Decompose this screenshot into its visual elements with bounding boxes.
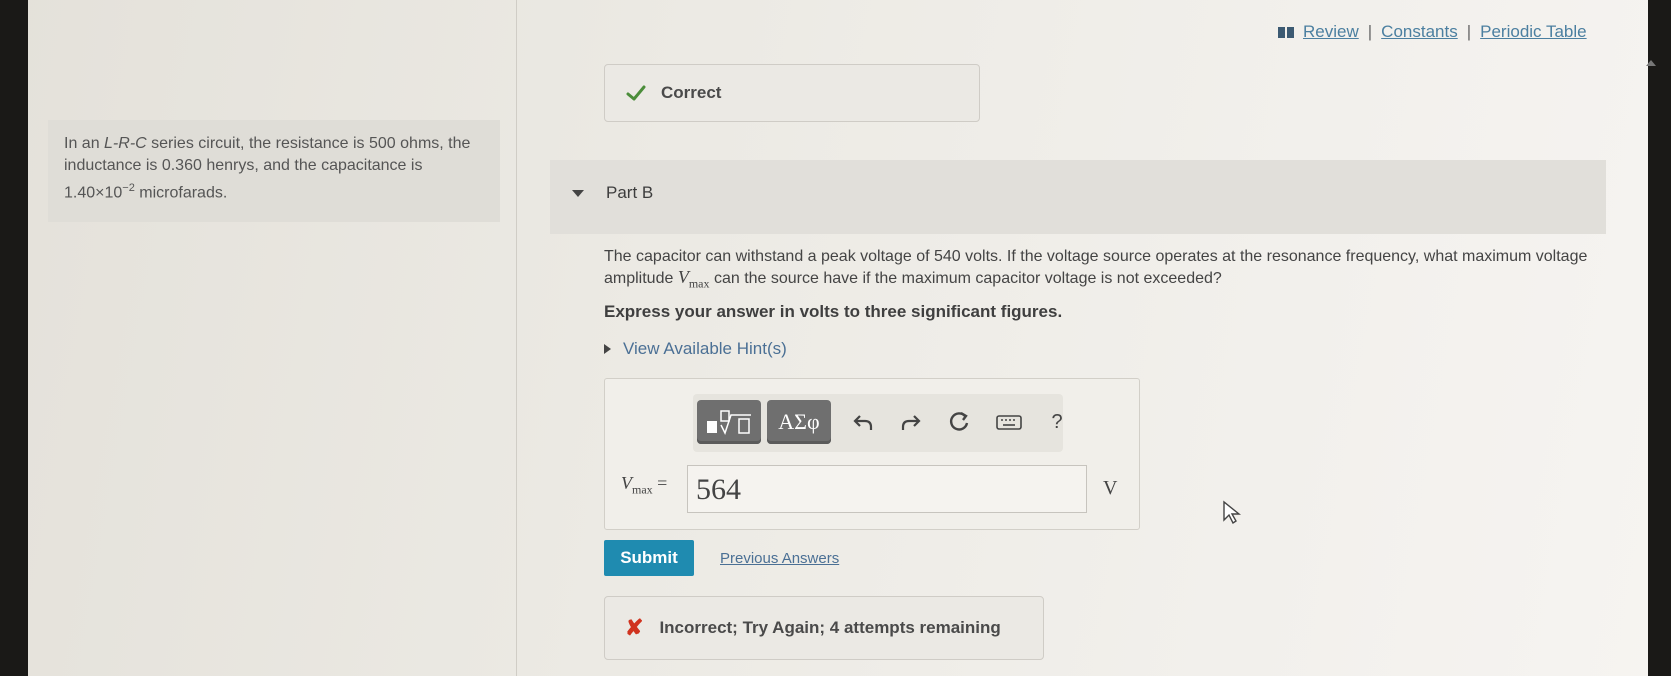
- submit-button[interactable]: Submit: [604, 540, 694, 576]
- mouse-cursor-icon: [1223, 500, 1241, 525]
- book-icon: [1278, 26, 1294, 38]
- reset-icon: [950, 411, 969, 431]
- redo-icon: [901, 415, 921, 430]
- undo-icon: [853, 415, 873, 430]
- redo-button[interactable]: [897, 408, 925, 436]
- answer-var-symbol: V: [621, 473, 632, 493]
- greek-symbols-label: ΑΣφ: [778, 409, 820, 434]
- keyboard-icon: [996, 415, 1022, 430]
- monitor-bezel-right: [1648, 0, 1671, 676]
- review-link[interactable]: Review: [1303, 22, 1359, 42]
- math-toolbar: ΑΣφ ?: [693, 394, 1063, 452]
- constants-link[interactable]: Constants: [1381, 22, 1458, 42]
- previous-answers-link[interactable]: Previous Answers: [720, 550, 839, 567]
- problem-intro: In an: [64, 135, 105, 152]
- templates-icon: [707, 410, 751, 435]
- view-hints-toggle[interactable]: View Available Hint(s): [604, 339, 787, 359]
- incorrect-message: Incorrect; Try Again; 4 attempts remaini…: [659, 618, 1001, 637]
- reset-button[interactable]: [945, 408, 973, 436]
- keyboard-button[interactable]: [995, 408, 1023, 436]
- resource-links: Review | Constants | Periodic Table: [1278, 22, 1587, 42]
- question-part2: can the source have if the maximum capac…: [709, 270, 1222, 287]
- undo-button[interactable]: [849, 408, 877, 436]
- link-separator: |: [1367, 22, 1373, 41]
- monitor-bezel-left: [0, 0, 28, 676]
- answer-unit: V: [1103, 477, 1118, 499]
- x-icon: ✘: [625, 615, 644, 640]
- answer-panel: ΑΣφ ? Vmax = 564 V: [604, 378, 1140, 530]
- answer-instruction: Express your answer in volts to three si…: [604, 302, 1063, 321]
- part-b-header[interactable]: Part B: [550, 160, 1606, 234]
- question-text: The capacitor can withstand a peak volta…: [604, 246, 1604, 295]
- part-b-label: Part B: [606, 183, 654, 202]
- capacitance-unit: microfarads.: [134, 184, 228, 202]
- periodic-table-link[interactable]: Periodic Table: [1480, 22, 1586, 42]
- hints-label: View Available Hint(s): [623, 339, 787, 358]
- answer-variable-label: Vmax =: [621, 473, 667, 498]
- capacitance-mantissa: 1.40×10: [64, 184, 123, 202]
- equals-sign: =: [652, 473, 668, 493]
- pane-divider: [516, 0, 517, 676]
- problem-statement: In an L-R-C series circuit, the resistan…: [48, 120, 500, 222]
- help-button[interactable]: ?: [1043, 408, 1071, 436]
- expand-arrow-icon: [604, 344, 611, 354]
- scroll-up-arrow-icon[interactable]: [1646, 60, 1656, 66]
- incorrect-feedback: ✘ Incorrect; Try Again; 4 attempts remai…: [604, 596, 1044, 660]
- vmax-variable: Vmax: [677, 267, 710, 291]
- circuit-type: L-R-C: [104, 135, 147, 152]
- greek-symbols-button[interactable]: ΑΣφ: [767, 400, 831, 444]
- vmax-symbol: V: [677, 267, 689, 287]
- checkmark-icon: [626, 85, 646, 101]
- vmax-subscript: max: [688, 276, 710, 291]
- collapse-arrow-icon: [572, 189, 584, 197]
- link-separator: |: [1466, 22, 1472, 41]
- capacitance-exponent: −2: [122, 182, 135, 194]
- correct-label: Correct: [661, 83, 722, 102]
- templates-button[interactable]: [697, 400, 761, 444]
- answer-input[interactable]: [687, 465, 1087, 513]
- screen: Review | Constants | Periodic Table Corr…: [0, 0, 1671, 676]
- answer-var-subscript: max: [632, 482, 653, 497]
- correct-feedback: Correct: [604, 64, 980, 122]
